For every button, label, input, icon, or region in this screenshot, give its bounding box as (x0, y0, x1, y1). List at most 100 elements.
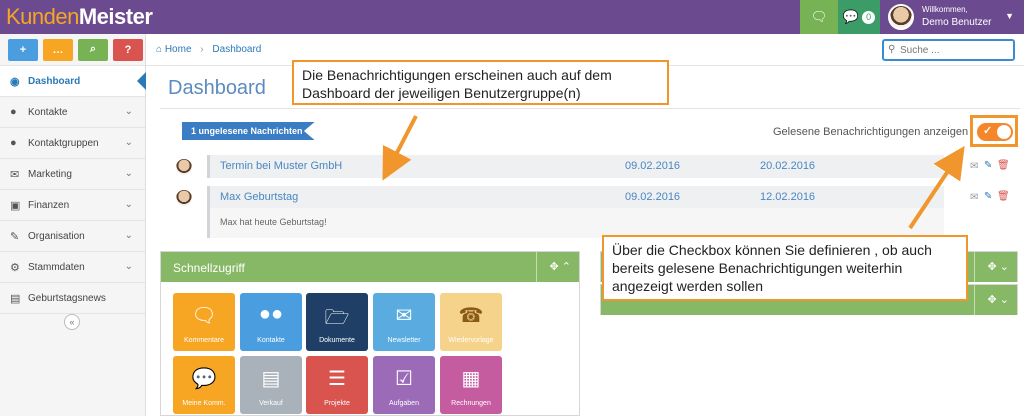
clipboard-icon: ☰ (328, 368, 346, 390)
chevron-down-icon: ⌄ (124, 106, 133, 117)
sidebar-item-label: Stammdaten (28, 261, 85, 273)
search-box[interactable]: ⚲ (882, 39, 1015, 61)
help-button[interactable]: ? (113, 38, 143, 61)
user-name: Demo Benutzer (922, 17, 992, 28)
comments-icon: … (52, 43, 64, 56)
notification-subject[interactable]: Max Geburtstag (220, 191, 298, 203)
tile-newsletter[interactable]: ✉ Newsletter (373, 293, 435, 351)
comments-button[interactable]: … (43, 38, 73, 61)
tile-rechnungen[interactable]: ▦ Rechnungen (440, 356, 502, 414)
edit-icon[interactable]: ✎ (984, 160, 992, 171)
quick-access-header: Schnellzugriff ✥ ⌃ (161, 252, 579, 282)
folder-open-icon: 🗁 (324, 307, 350, 329)
top-bar: KundenMeister 🗨 💬 0 Willkommen, Demo Ben… (0, 0, 1024, 34)
search-icon: ⌕ (89, 43, 97, 55)
sidebar-item-stammdaten[interactable]: ⚙ Stammdaten ⌄ (0, 252, 145, 283)
add-button[interactable]: + (8, 38, 38, 61)
search-input[interactable] (884, 41, 1013, 59)
notification-row[interactable]: Max Geburtstag 09.02.2016 12.02.2016 Max… (207, 186, 944, 238)
tile-projekte[interactable]: ☰ Projekte (306, 356, 368, 414)
sidebar-item-finanzen[interactable]: ▣ Finanzen ⌄ (0, 190, 145, 221)
sidebar-item-label: Geburtstagsnews (28, 292, 106, 304)
notifications-button[interactable]: 💬 0 (838, 0, 880, 34)
user-icon: ● (10, 106, 17, 118)
sidebar-item-label: Organisation (28, 230, 85, 242)
breadcrumb-home-link[interactable]: Home (165, 44, 192, 55)
notification-date-to: 12.02.2016 (760, 191, 816, 203)
sidebar-collapse-button[interactable]: « (64, 314, 80, 330)
tile-kommentare[interactable]: 🗨 Kommentare (173, 293, 235, 351)
comment-icon: 💬 (191, 368, 217, 390)
app-logo[interactable]: KundenMeister (6, 4, 153, 30)
envelope-icon[interactable]: ✉ (970, 192, 978, 203)
tile-meine-komm[interactable]: 💬 Meine Komm. (173, 356, 235, 414)
home-icon: ⌂ (156, 44, 163, 55)
sidebar-item-dashboard[interactable]: ◉ Dashboard (0, 66, 146, 97)
move-expand-icon[interactable]: ✥ ⌄ (988, 293, 1010, 306)
chevron-down-icon: ⌄ (124, 137, 133, 148)
sidebar-item-marketing[interactable]: ✉ Marketing ⌄ (0, 159, 145, 190)
move-expand-icon[interactable]: ✥ ⌄ (988, 260, 1010, 273)
user-welcome: Willkommen, (922, 5, 968, 14)
check-square-icon: ☑ (395, 368, 413, 390)
notification-date-from: 09.02.2016 (625, 191, 681, 203)
notification-row[interactable]: Termin bei Muster GmbH 09.02.2016 20.02.… (207, 155, 944, 178)
sidebar-item-label: Dashboard (28, 75, 81, 87)
search-icon: ⚲ (888, 44, 896, 55)
chevron-down-icon: ⌄ (124, 199, 133, 210)
cogs-icon: ⚙ (10, 261, 20, 274)
edit-icon[interactable]: ✎ (984, 191, 992, 202)
quick-actions: + … ⌕ ? (0, 34, 145, 66)
sidebar-item-label: Kontaktgruppen (28, 137, 99, 149)
dashboard-icon: ◉ (10, 75, 20, 88)
trash-icon[interactable]: 🗑 (997, 160, 1010, 171)
caret-down-icon: ▼ (1005, 11, 1014, 21)
sidebar-item-kontaktgruppen[interactable]: ● Kontaktgruppen ⌄ (0, 128, 145, 159)
plus-icon: + (19, 43, 27, 56)
show-read-toggle-label: Gelesene Benachrichtigungen anzeigen (773, 126, 969, 138)
notification-date-to: 20.02.2016 (760, 160, 816, 172)
avatar (888, 4, 914, 30)
sidebar-item-geburtstagsnews[interactable]: ▤ Geburtstagsnews (0, 283, 145, 314)
comments-icon: 🗨 (191, 305, 217, 327)
toggle-highlight-box (970, 115, 1018, 147)
users-icon: ● (10, 137, 17, 149)
panel-title: Schnellzugriff (173, 261, 245, 275)
chevron-down-icon: ⌄ (124, 261, 133, 272)
envelope-icon: ✉ (10, 168, 20, 181)
tile-verkauf[interactable]: ▤ Verkauf (240, 356, 302, 414)
callout-checkbox: Über die Checkbox können Sie definieren … (602, 235, 968, 301)
avatar (174, 157, 194, 177)
comments-icon: 🗨 (810, 9, 828, 24)
notification-date-from: 09.02.2016 (625, 160, 681, 172)
breadcrumb-current[interactable]: Dashboard (212, 44, 261, 55)
newsletter-icon: ✉ (395, 305, 413, 327)
tile-dokumente[interactable]: 🗁 Dokumente (306, 293, 368, 351)
search-button[interactable]: ⌕ (78, 38, 108, 61)
callout-dashboard: Die Benachrichtigungen erscheinen auch a… (292, 60, 669, 105)
sidebar-item-label: Finanzen (28, 199, 70, 211)
money-icon: ▣ (10, 199, 21, 212)
breadcrumb: ⌂ Home › Dashboard (156, 44, 261, 55)
help-icon: ? (124, 43, 132, 56)
newspaper-icon: ▤ (10, 292, 21, 305)
tile-kontakte[interactable]: ●● Kontakte (240, 293, 302, 351)
chat-button[interactable]: 🗨 (800, 0, 838, 34)
user-menu[interactable]: Willkommen, Demo Benutzer ▼ (880, 0, 1024, 34)
envelope-icon[interactable]: ✉ (970, 161, 978, 172)
sidebar-item-organisation[interactable]: ✎ Organisation ⌄ (0, 221, 145, 252)
tile-aufgaben[interactable]: ☑ Aufgaben (373, 356, 435, 414)
page-title: Dashboard (168, 77, 266, 99)
notification-subject[interactable]: Termin bei Muster GmbH (220, 160, 342, 172)
notification-count-badge: 0 (862, 10, 876, 24)
tile-wiedervorlage[interactable]: ☎ Wiedervorlage (440, 293, 502, 351)
sidebar: + … ⌕ ? ◉ Dashboard ● Kontakte ⌄ ● Konta… (0, 34, 146, 416)
move-collapse-icon[interactable]: ✥ ⌃ (550, 260, 572, 273)
trash-icon[interactable]: 🗑 (997, 191, 1010, 202)
sidebar-item-label: Kontakte (28, 106, 68, 118)
sidebar-item-kontakte[interactable]: ● Kontakte ⌄ (0, 97, 145, 128)
unread-messages-label: 1 ungelesene Nachrichten (182, 122, 315, 140)
phone-clock-icon: ☎ (458, 305, 484, 327)
users-icon: ●● (258, 303, 284, 325)
chevron-down-icon: ⌄ (124, 230, 133, 241)
